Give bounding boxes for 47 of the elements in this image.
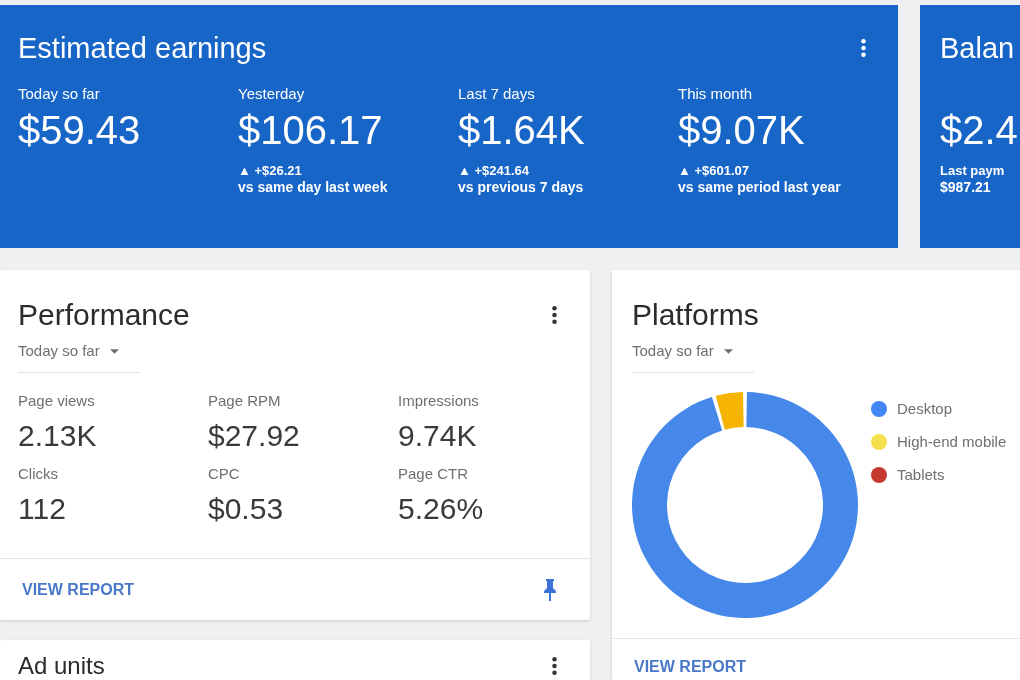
metric-value: 9.74K: [398, 419, 478, 453]
period-dropdown[interactable]: Today so far: [18, 342, 140, 373]
metric-value: $0.53: [208, 492, 285, 526]
metric-value: 5.26%: [398, 492, 485, 526]
stat-change: ▲ +$241.64: [458, 162, 531, 179]
payment-label: Last paym: [940, 162, 1006, 179]
card-title: Ad units: [18, 653, 105, 679]
metric-value: 2.13K: [18, 419, 98, 453]
stat-value: $106.17: [238, 108, 384, 152]
view-report-link[interactable]: VIEW REPORT: [634, 658, 746, 676]
stat-comparison: vs same period last year: [678, 179, 842, 195]
card-title: Estimated earnings: [18, 31, 267, 65]
more-icon[interactable]: [552, 306, 557, 324]
period-dropdown[interactable]: Today so far: [632, 342, 754, 373]
caret-icon: [723, 348, 733, 354]
stat-label: This month: [678, 85, 754, 103]
balance-value: $2.4: [940, 108, 1019, 152]
legend-label: Desktop: [897, 400, 953, 417]
stat-label: Yesterday: [238, 85, 306, 103]
legend-label: High-end mobile: [897, 433, 1007, 450]
more-icon[interactable]: [552, 657, 557, 675]
metric-label: Page CTR: [398, 465, 470, 483]
metric-label: Page views: [18, 392, 96, 410]
stat-value: $1.64K: [458, 108, 586, 152]
card-title: Performance: [18, 297, 190, 333]
metric-label: Clicks: [18, 465, 59, 483]
metric-label: CPC: [208, 465, 241, 483]
stat-label: Last 7 days: [458, 85, 536, 103]
stat-comparison: vs same day last week: [238, 179, 389, 195]
payment-amount: $987.21: [940, 179, 992, 195]
more-icon[interactable]: [861, 39, 866, 57]
metric-value: 112: [18, 492, 67, 526]
pin-icon[interactable]: [543, 578, 557, 601]
metric-label: Page RPM: [208, 392, 282, 410]
stat-change: ▲ +$26.21: [238, 162, 303, 179]
metric-label: Impressions: [398, 392, 480, 410]
legend-label: Tablets: [897, 466, 945, 483]
stat-comparison: vs previous 7 days: [458, 179, 585, 195]
stat-label: Today so far: [18, 85, 101, 103]
caret-icon: [109, 348, 119, 354]
stat-value: $9.07K: [678, 108, 806, 152]
card-title: Platforms: [632, 297, 759, 333]
metric-value: $27.92: [208, 419, 301, 453]
stat-value: $59.43: [18, 108, 142, 152]
stat-change: ▲ +$601.07: [678, 162, 751, 179]
view-report-link[interactable]: VIEW REPORT: [22, 580, 134, 599]
card-title: Balan: [940, 31, 1015, 65]
